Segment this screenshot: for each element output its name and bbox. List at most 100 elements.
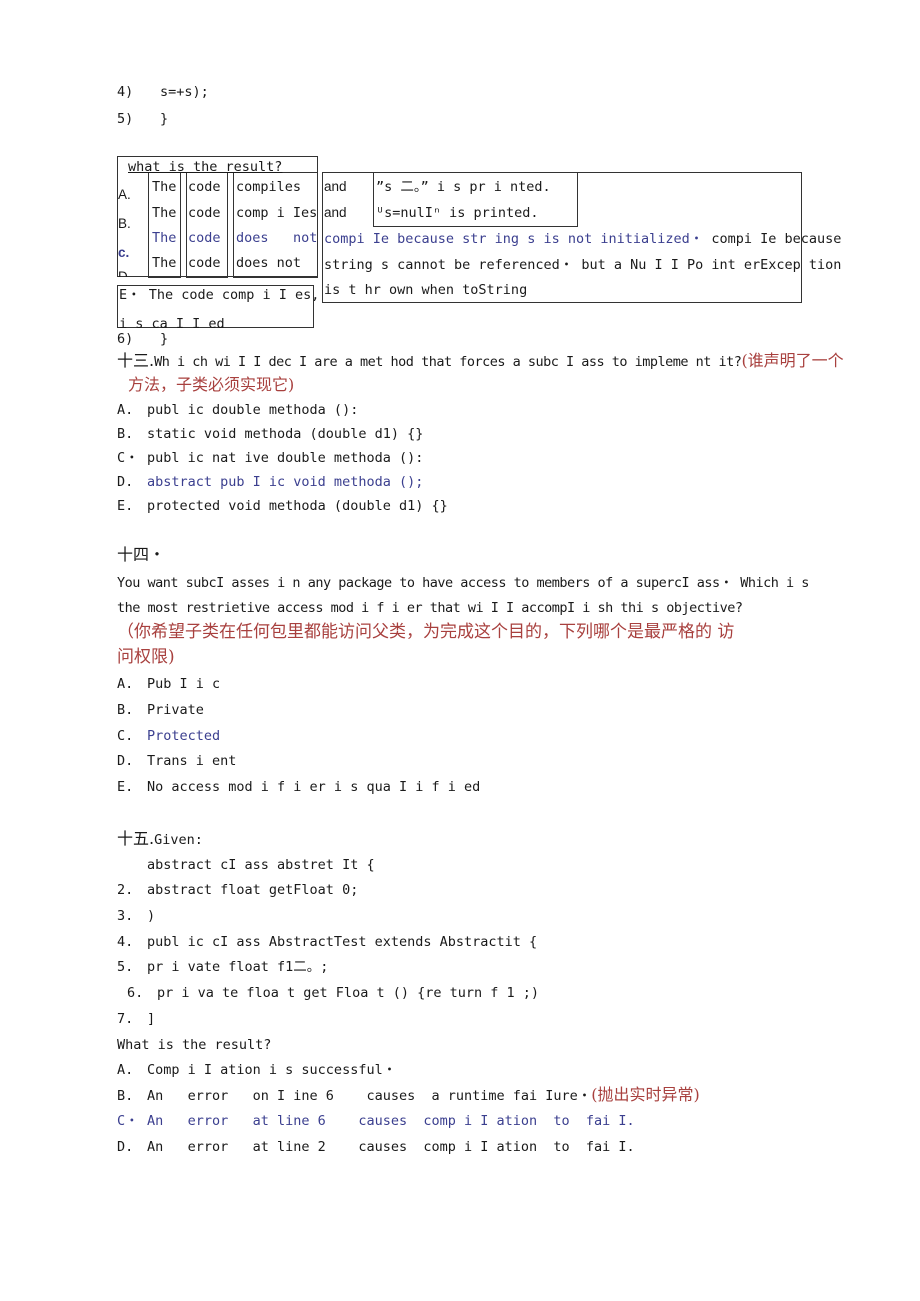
option-text: publ ic double methoda (): (147, 402, 359, 418)
option-label: B. (117, 426, 134, 442)
cell: comp i Ies (236, 205, 318, 221)
code-text: } (160, 111, 169, 127)
cell: does not (236, 255, 302, 271)
option-d-text: compi Ie because (703, 231, 842, 247)
option: D. An error at line 2 causes comp i I ati… (117, 1138, 635, 1156)
option-text: static void methoda (double d1) {} (147, 426, 424, 442)
cell: The (152, 205, 177, 221)
question-text: Wh i ch wi I I dec I are a met hod that … (154, 354, 742, 370)
option: A. Comp i I ation i s successful・ (117, 1061, 396, 1079)
option: B. Private (117, 701, 204, 719)
line-number: 3. (117, 908, 134, 924)
option-label: E. (117, 498, 134, 514)
cell: code (188, 230, 221, 246)
option-text: protected void methoda (double d1) {} (147, 498, 448, 514)
option-label: A. (117, 402, 134, 418)
option-label: A. (118, 187, 131, 202)
option-e-text: E・ The code comp i I es, (119, 287, 320, 303)
code-line: 5. pr i vate float f1二。; (117, 958, 328, 976)
option-text: publ ic nat ive double methoda (): (147, 450, 424, 466)
code-text: publ ic cI ass AbstractTest extends Abst… (147, 934, 538, 950)
code-text: abstract cI ass abstret It { (147, 857, 375, 873)
option: E. protected void methoda (double d1) {} (117, 497, 448, 515)
code-text: pr i va te floa t get Floa t () {re turn… (157, 985, 540, 1001)
code-line: 5)} (117, 110, 168, 128)
question-text: You want subcI asses i n any package to … (117, 575, 809, 591)
option-correct: C・ An error at line 6 causes comp i I ati… (117, 1112, 635, 1130)
code-line: abstract cI ass abstret It { (117, 856, 375, 874)
option-d-continuation: is t hr own when toString (324, 282, 528, 298)
translation: 问权限) (117, 647, 175, 667)
question-text: the most restrietive access mod i f i er… (117, 600, 743, 616)
code-text: pr i vate float f1二。; (147, 959, 329, 975)
line-number: 2. (117, 882, 134, 898)
cell: not (293, 230, 318, 246)
correct-answer-text: compi Ie because str ing s is not initia… (324, 231, 704, 247)
line-number: 5. (117, 959, 134, 975)
option-label: B. (117, 1088, 134, 1104)
option: A. Pub I i c (117, 675, 220, 693)
cell: and (324, 179, 347, 194)
option-label: E. (117, 779, 134, 795)
question-text: Given: (154, 832, 203, 848)
code-line: 3.) (117, 907, 155, 925)
option-correct: D. abstract pub I ic void methoda (); (117, 473, 423, 491)
question-number: 十四・ (117, 545, 166, 564)
option: A. publ ic double methoda (): (117, 401, 358, 419)
option-e-text: i s ca I I ed (119, 316, 225, 328)
translation: (抛出实时异常) (591, 1085, 700, 1104)
code-line: 7.] (117, 1010, 155, 1028)
line-number: 4. (117, 934, 134, 950)
cell: The (152, 179, 177, 195)
option-label: B. (118, 216, 131, 231)
code-line: 4. publ ic cI ass AbstractTest extends Ab… (117, 933, 537, 951)
cell: code (188, 205, 221, 221)
option-text: Protected (147, 728, 221, 744)
question-number: 十五. (117, 829, 155, 848)
option-text: Trans i ent (147, 753, 237, 769)
code-text: abstract float getFloat 0; (147, 882, 359, 898)
line-number: 4) (117, 84, 134, 100)
question-number: 十三. (117, 351, 155, 370)
code-line: 6. pr i va te floa t get Floa t () {re tu… (127, 984, 539, 1002)
option-label: D (118, 269, 128, 277)
cell: does (236, 230, 269, 246)
code-text: s=+s); (160, 84, 209, 100)
option-label: C・ (117, 450, 139, 466)
option: B. static void methoda (double d1) {} (117, 425, 423, 443)
option-label: B. (117, 702, 134, 718)
option: D. Trans i ent (117, 752, 236, 770)
option-c-continuation: compi Ie because str ing s is not initia… (324, 230, 841, 248)
cell: and (324, 205, 347, 220)
option-text: Private (147, 702, 204, 718)
option-text: An error at line 6 causes comp i I ation… (147, 1113, 635, 1129)
option-label: D. (117, 1139, 134, 1155)
option-text: Comp i I ation i s successful・ (147, 1062, 397, 1078)
question-text: What is the result? (117, 1037, 272, 1053)
option: E. No access mod i f i er i s qua I i f i… (117, 778, 480, 796)
code-text: } (160, 331, 169, 347)
code-line: 6)} (117, 330, 168, 348)
option: C・ publ ic nat ive double methoda (): (117, 449, 423, 467)
option-text: abstract pub I ic void methoda (); (147, 474, 424, 490)
option-text: Pub I i c (147, 676, 221, 692)
line-number: 7. (117, 1011, 134, 1027)
printed-output: ”s 二。” i s pr i nted. (376, 179, 551, 195)
option-text: An error at line 2 causes comp i I ation… (147, 1139, 635, 1155)
question-text: what is the result? (128, 159, 283, 175)
option: B. An error on I ine 6 causes a runtime f… (117, 1086, 700, 1105)
option-label: C・ (117, 1113, 139, 1129)
question-stem: 十三.Wh i ch wi I I dec I are a met hod th… (117, 352, 844, 371)
cell: code (188, 255, 221, 271)
translation: (谁声明了一个 (741, 351, 844, 370)
option-label: D. (117, 474, 134, 490)
printed-output: ᵁs=nulIⁿ is printed. (376, 205, 539, 221)
cell: code (188, 179, 221, 195)
option-label-correct: c. (118, 245, 130, 260)
option-text: An error on I ine 6 causes a runtime fai… (147, 1088, 592, 1104)
question-stem: 十五.Given: (117, 830, 203, 849)
code-line: 2. abstract float getFloat 0; (117, 881, 358, 899)
translation: 方法，子类必须实现它) (128, 375, 295, 394)
option-correct: C. Protected (117, 727, 220, 745)
code-text: ) (147, 908, 156, 924)
